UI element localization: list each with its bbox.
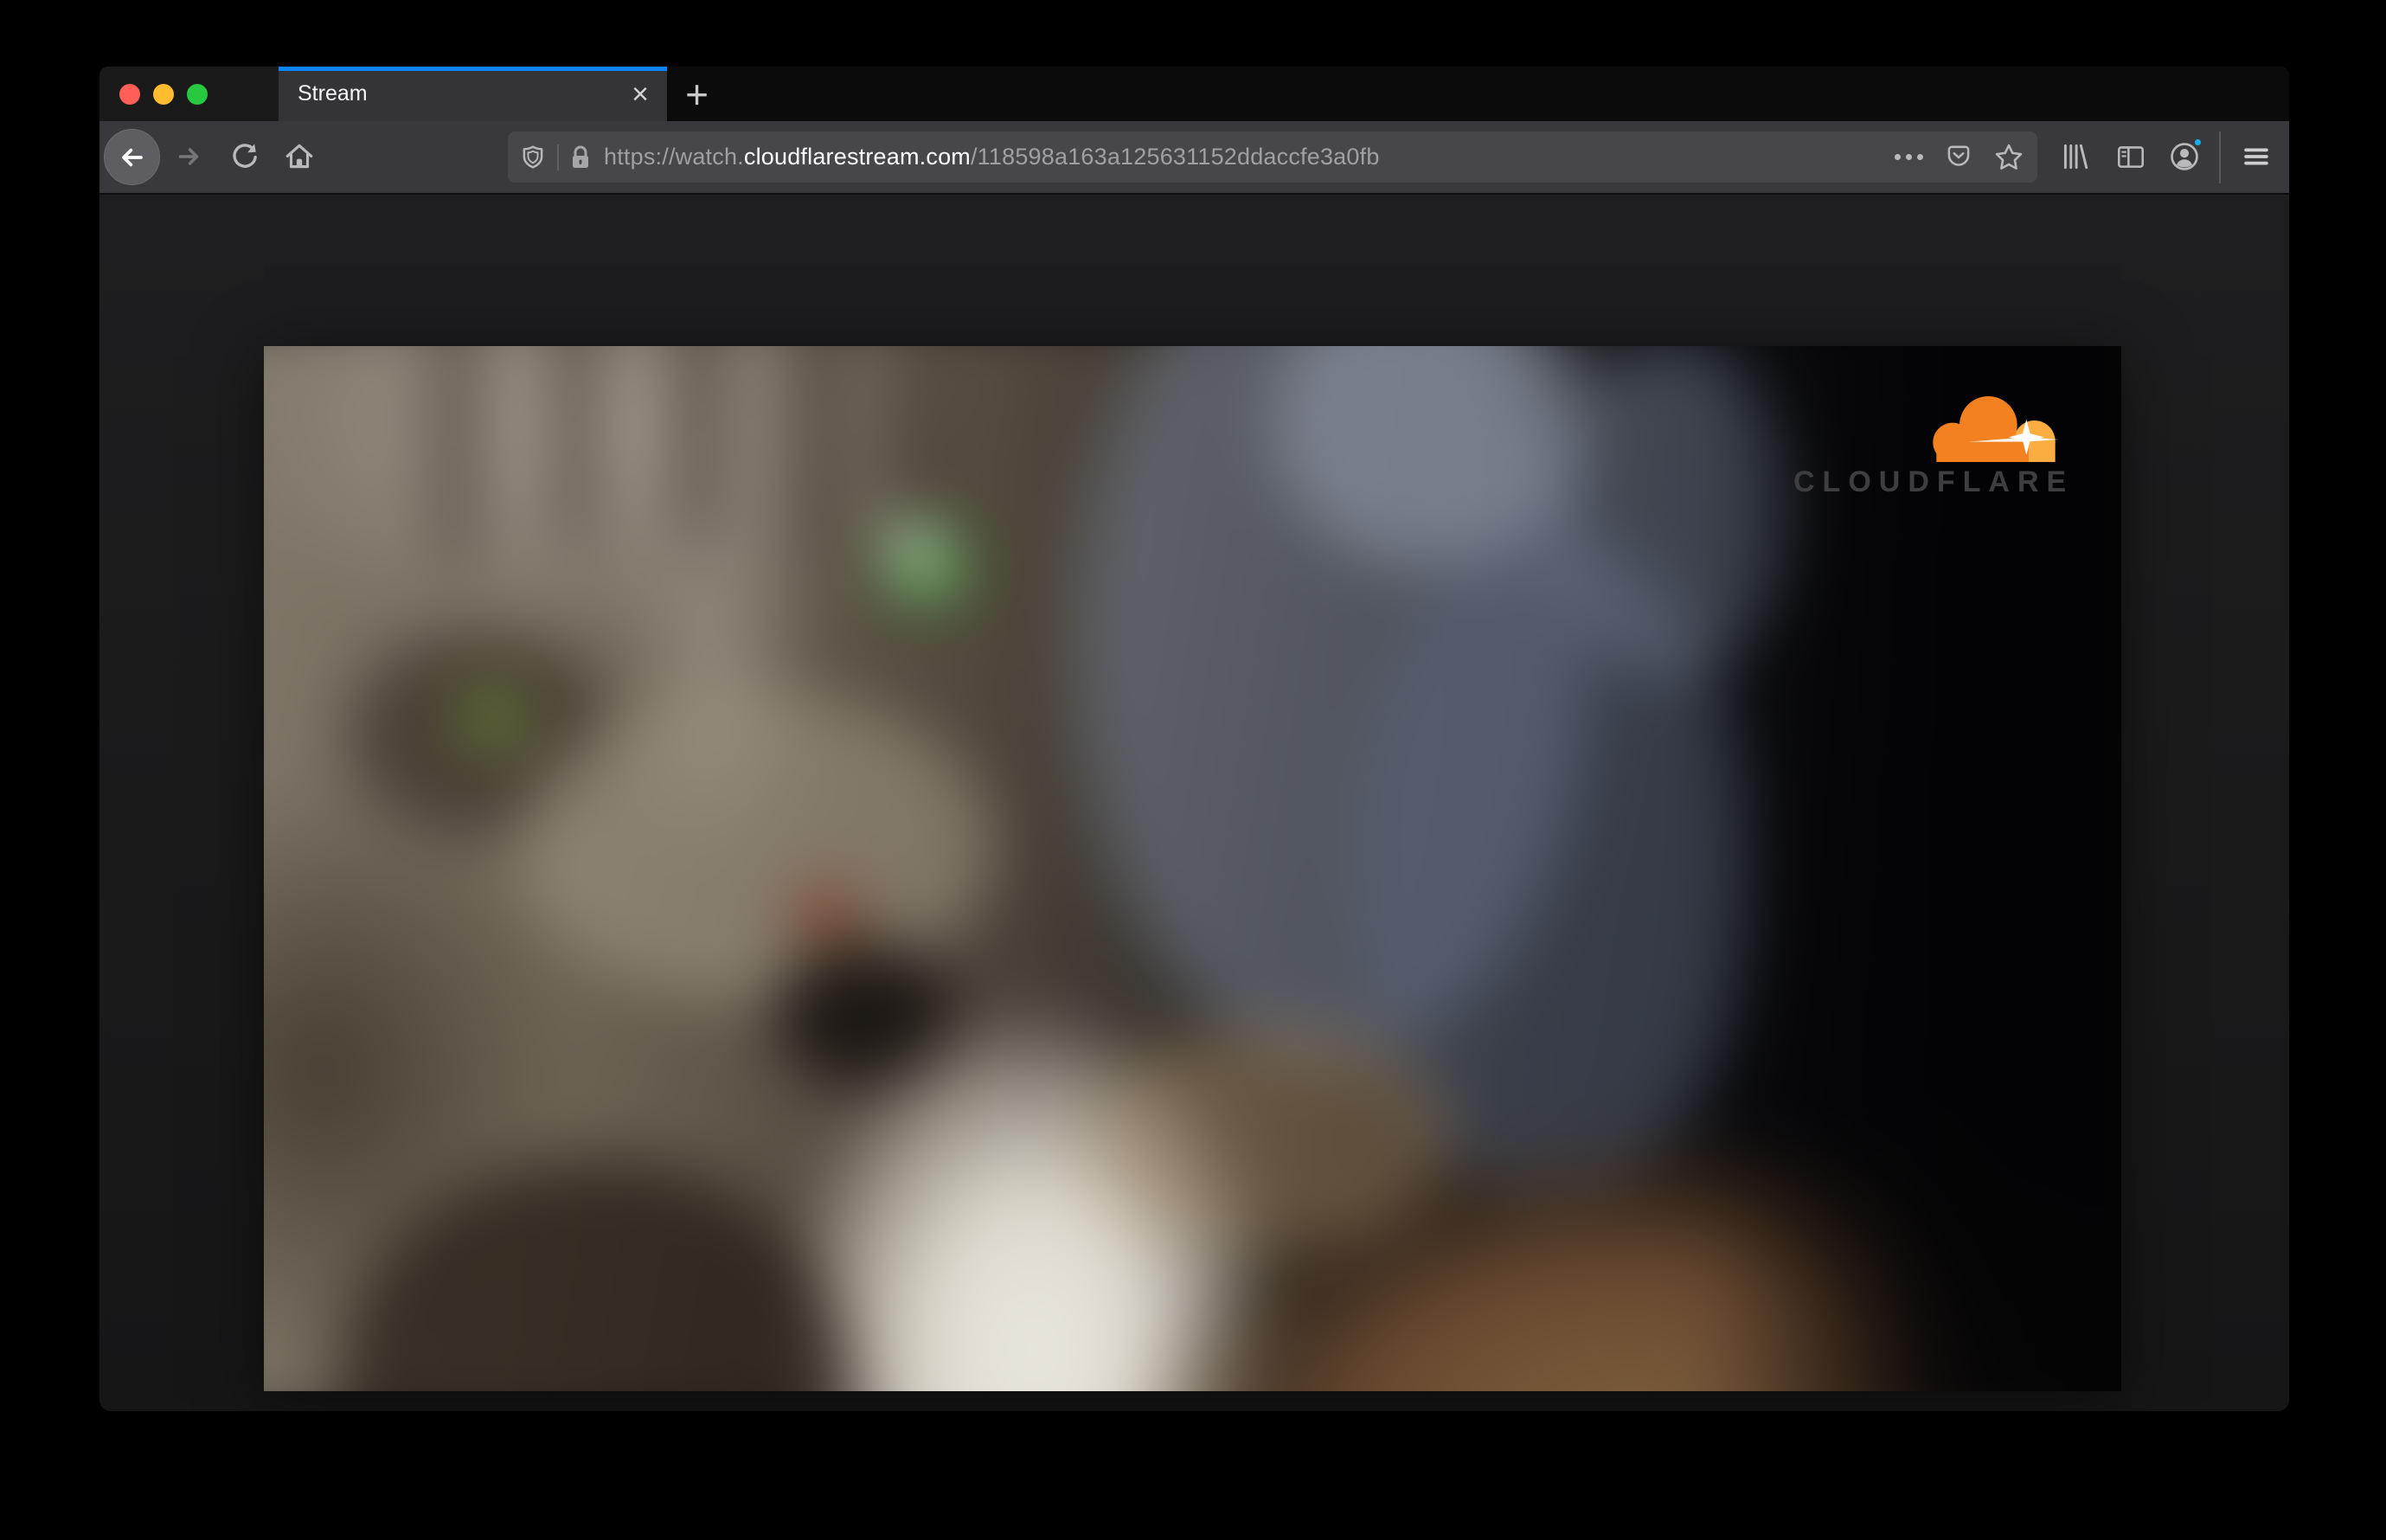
notification-dot bbox=[2192, 137, 2203, 148]
url-scheme-subdomain: https://watch. bbox=[604, 144, 744, 170]
toolbar-divider bbox=[2219, 132, 2221, 183]
library-button[interactable] bbox=[2054, 136, 2095, 177]
video-art-cat-eye bbox=[443, 672, 543, 763]
tab-title: Stream bbox=[298, 81, 368, 106]
cloudflare-watermark: CLOUDFLARE bbox=[1793, 391, 2068, 499]
tab-close-button[interactable]: × bbox=[624, 78, 657, 111]
page-content: CLOUDFLARE bbox=[99, 195, 2289, 1411]
titlebar[interactable]: Stream × + bbox=[99, 67, 2289, 121]
home-button[interactable] bbox=[279, 136, 320, 177]
forward-button[interactable] bbox=[168, 136, 209, 177]
forward-arrow-icon bbox=[178, 148, 199, 165]
cloudflare-logo-text: CLOUDFLARE bbox=[1793, 465, 2075, 498]
account-button[interactable] bbox=[2164, 136, 2205, 177]
library-icon bbox=[2063, 144, 2088, 170]
bookmark-star-button[interactable] bbox=[1991, 139, 2027, 176]
video-art-blob bbox=[1093, 1024, 1452, 1249]
star-icon bbox=[1995, 144, 2023, 170]
minimize-window-button[interactable] bbox=[153, 83, 174, 105]
new-tab-button[interactable]: + bbox=[677, 74, 716, 114]
menu-button[interactable] bbox=[2235, 136, 2277, 177]
back-arrow-icon bbox=[121, 148, 143, 166]
video-art-blob bbox=[890, 522, 931, 556]
address-bar-divider bbox=[557, 144, 559, 170]
reload-icon bbox=[233, 144, 257, 168]
pocket-icon bbox=[1947, 145, 1970, 166]
tab-stream[interactable]: Stream × bbox=[279, 67, 667, 121]
navigation-toolbar: https://watch.cloudflarestream.com/11859… bbox=[99, 121, 2289, 195]
url-path: /118598a163a125631152ddaccfe3a0fb bbox=[970, 144, 1380, 170]
page-actions-button[interactable] bbox=[1890, 139, 1927, 176]
tracking-protection-button[interactable] bbox=[516, 140, 550, 175]
shield-icon bbox=[523, 145, 543, 169]
address-bar[interactable]: https://watch.cloudflarestream.com/11859… bbox=[508, 132, 2037, 183]
video-player[interactable]: CLOUDFLARE bbox=[264, 346, 2121, 1391]
ellipsis-icon bbox=[1894, 154, 1923, 160]
zoom-window-button[interactable] bbox=[187, 83, 208, 105]
sidebar-icon bbox=[2118, 146, 2144, 168]
url-domain: cloudflarestream.com bbox=[743, 144, 971, 170]
traffic-light-zone bbox=[99, 67, 279, 121]
video-art-blob bbox=[1709, 346, 2121, 1391]
home-icon bbox=[285, 144, 313, 169]
url-text[interactable]: https://watch.cloudflarestream.com/11859… bbox=[604, 144, 1380, 170]
address-bar-actions bbox=[1890, 132, 2030, 183]
browser-window: Stream × + https://watch.cloudflarestrea… bbox=[99, 67, 2289, 1411]
video-frame-art bbox=[264, 346, 2121, 1391]
save-to-pocket-button[interactable] bbox=[1940, 139, 1977, 176]
close-window-button[interactable] bbox=[119, 83, 140, 105]
screen-background: Stream × + https://watch.cloudflarestrea… bbox=[0, 0, 2386, 1540]
hamburger-icon bbox=[2244, 148, 2268, 165]
active-tab-indicator bbox=[279, 67, 667, 71]
reload-button[interactable] bbox=[223, 136, 265, 177]
cloudflare-cloud-icon bbox=[1933, 396, 2059, 462]
sidebar-button[interactable] bbox=[2110, 136, 2152, 177]
lock-icon[interactable] bbox=[566, 143, 595, 172]
video-art-cat-nose bbox=[786, 882, 867, 945]
back-button[interactable] bbox=[104, 129, 160, 185]
address-bar-left bbox=[508, 140, 595, 175]
